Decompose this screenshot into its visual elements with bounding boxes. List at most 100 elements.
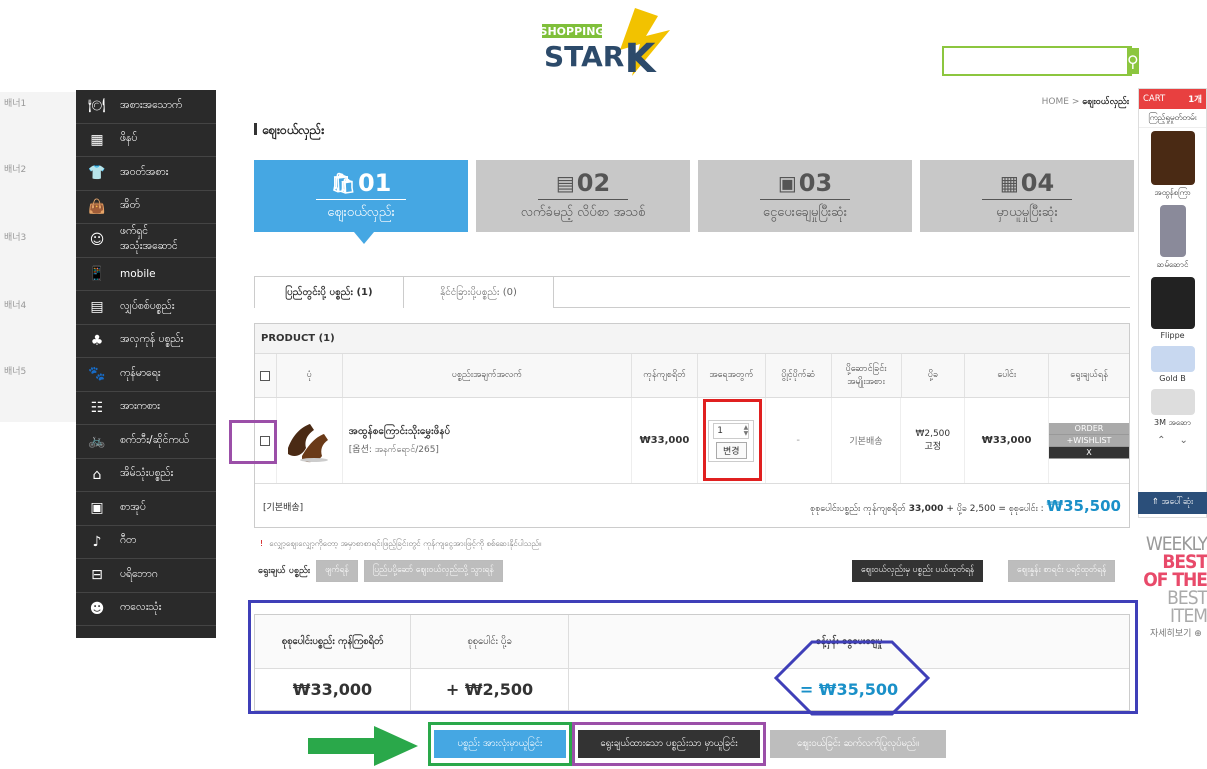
step-04: ▦ 04 မှာယူမှုပြီးဆုံး (920, 160, 1134, 232)
category-item[interactable]: ☷ အားကစား (76, 392, 216, 425)
category-item[interactable]: ☻ ကလေးသုံး (76, 593, 216, 626)
shoe-icon (288, 423, 329, 462)
move-overseas-button[interactable]: ပြည်ပပို့ဆော် ဈေးဝယ်လှည်းသို့ သွားရန် (363, 560, 503, 582)
selection-label: ရွေးချယ် ပစ္စည်း (258, 565, 311, 576)
category-label: အိမ်သုံးပစ္စည်း (120, 467, 174, 480)
document-icon: ▤ (555, 171, 575, 195)
category-item[interactable]: ▦ ဖိနပ် (76, 124, 216, 157)
more-link[interactable]: 자세히보기 ⊕ (1150, 626, 1202, 639)
cart-tabs: ပြည်တွင်းပို့ ပစ္စည်း (1) နိုင်ငံခြားပို… (254, 276, 1130, 308)
banner-label[interactable]: 배너2 (4, 162, 26, 175)
step-divider (982, 199, 1072, 200)
recent-item[interactable]: 3M အဆော (1139, 386, 1206, 432)
category-item[interactable]: 🚲 စက်ဘီး/ဆိုင်ကယ် (76, 425, 216, 459)
book-icon: ▣ (90, 500, 104, 517)
home-icon: ⌂ (92, 466, 102, 483)
banner-label[interactable]: 배너4 (4, 298, 26, 311)
shoe-icon (1150, 131, 1195, 185)
tab-overseas[interactable]: နိုင်ငံခြားပို့ပစ္စည်း (0) (404, 276, 554, 308)
scroll-top-button[interactable]: ⇑ အပေါ်ဆုံး (1138, 492, 1207, 514)
recent-item[interactable]: Gold B (1139, 343, 1206, 386)
category-label: စက်ဘီး/ဆိုင်ကယ် (120, 433, 189, 446)
bicycle-icon: 🚲 (88, 433, 106, 450)
category-label: ကလေးသုံး (120, 601, 162, 614)
clear-cart-button[interactable]: ဈေးဝယ်လှည်းမှ ပစ္စည်း ပယ်ထုတ်ရန် (852, 560, 984, 582)
shirt-icon: 👕 (88, 165, 106, 182)
cart-count: 1개 (1188, 95, 1202, 105)
row-total: ₩33,000 (965, 398, 1049, 483)
basket-icon: 🛍 (330, 171, 356, 195)
category-item[interactable]: ▤ လျှပ်စစ်ပစ္စည်း (76, 291, 216, 325)
annotation-purple-box-2 (572, 722, 766, 766)
continue-shopping-button[interactable]: ဈေးဝယ်ခြင်း ဆက်လက်ပြုလုပ်မည်။ (770, 730, 946, 758)
recent-nav: ⌃ ⌄ (1139, 432, 1206, 448)
category-item[interactable]: ☺ ဖက်ရှင် အသုံးအဆောင် (76, 224, 216, 258)
product-price: ₩33,000 (632, 398, 698, 483)
print-quote-button[interactable]: ဈေးနှုန်း စာရင်း ပရင့်ထုတ်ရန် (1008, 560, 1116, 582)
product-image[interactable] (277, 398, 343, 483)
category-label: ဖိနပ် (120, 132, 138, 145)
breadcrumb-home[interactable]: HOME (1042, 97, 1069, 107)
footer-fee-label: + ပို့ခ 2,500 = စုစုပေါင်း : (946, 503, 1044, 514)
category-item[interactable]: ♣ အလှကုန် ပစ္စည်း (76, 325, 216, 358)
step-divider (760, 199, 850, 200)
cart-table: PRODUCT (1) ပုံ ပစ္စည်းအချက်အလက် ကုန်ကျစ… (254, 323, 1130, 528)
down-arrow-icon[interactable]: ⌄ (1180, 435, 1188, 446)
category-item[interactable]: 👕 အဝတ်အစား (76, 157, 216, 191)
category-label: ဖက်ရှင် အသုံးအဆောင် (120, 225, 178, 253)
product-option: [옵션: အနက်ရောင်/265] (348, 445, 439, 455)
category-label: အားကစား (120, 400, 160, 413)
banner-label[interactable]: 배너5 (4, 364, 26, 377)
search-input[interactable] (944, 48, 1127, 74)
col-image: ပုံ (277, 354, 343, 397)
baby-icon: ☻ (89, 600, 105, 617)
notice-icon: ! (260, 539, 264, 548)
select-all-checkbox[interactable] (260, 370, 271, 381)
category-item[interactable]: ▣ စာအုပ် (76, 492, 216, 526)
category-item[interactable]: ♪ ဂီတ (76, 526, 216, 559)
step-label: ဈေးဝယ်လှည်း (327, 205, 395, 220)
category-menu: 🍽 အစားအသောက် ▦ ဖိနပ် 👕 အဝတ်အစား 👜 အိတ် ☺ ဖက်ရှင် … (76, 90, 216, 638)
site-logo[interactable]: SHOPPING STAR K (540, 8, 678, 82)
recent-item[interactable]: ဆမ်ဆောင် (1139, 202, 1206, 274)
category-label: အဝတ်အစား (120, 165, 169, 178)
annotation-hexagon (773, 640, 931, 716)
cart-widget[interactable]: CART 1개 (1139, 89, 1206, 109)
banner-label[interactable]: 배너3 (4, 230, 26, 243)
annotation-blue-box (248, 600, 1138, 714)
recent-item-name: ဆမ်ဆောင် (1156, 260, 1189, 269)
recent-item[interactable]: အထွန်စကြာ (1139, 128, 1206, 202)
gift-box-icon: ▦ (999, 171, 1019, 195)
mask-icon (1150, 389, 1195, 415)
footer-subtotal-label: စုစုပေါင်းပစ္စည်း ကုန်ကျစရိတ် (810, 503, 906, 514)
weekly-line-b: BEST OF THE (1143, 551, 1207, 591)
recent-item[interactable]: Flippe (1139, 274, 1206, 343)
category-item[interactable]: 📱 mobile (76, 258, 216, 291)
recent-title: ကြည့်ရှုမှုတ်တမ်း (1139, 109, 1206, 128)
page-title: ဈေးဝယ်လှည်း (254, 122, 324, 140)
notice: ! လျှော့စျေးလျှော့ကိုတော့ အမှာစာစာရင်းဖြည… (260, 538, 542, 550)
category-item[interactable]: 🐾 ကုန်မာရေး (76, 358, 216, 392)
step-01: 🛍 01 ဈေးဝယ်လှည်း (254, 160, 468, 232)
weekly-best-banner[interactable]: WEEKLY BEST OF THE BEST ITEM (1140, 535, 1207, 626)
tab-domestic[interactable]: ပြည်တွင်းပို့ ပစ္စည်း (1) (254, 276, 404, 308)
order-button[interactable]: ORDER (1049, 422, 1129, 435)
category-item[interactable]: ⌂ အိမ်သုံးပစ္စည်း (76, 459, 216, 492)
notice-text: လျှော့စျေးလျှော့ကိုတော့ အမှာစာစာရင်းဖြည့… (269, 539, 542, 548)
up-arrow-icon[interactable]: ⌃ (1157, 435, 1165, 446)
category-label: စာအုပ် (120, 500, 146, 513)
category-item[interactable]: ⊟ ပရိဘောဂ (76, 559, 216, 593)
category-item[interactable]: 🍽 အစားအသောက် (76, 90, 216, 124)
delete-row-button[interactable]: X (1049, 446, 1129, 459)
category-item[interactable]: 👜 အိတ် (76, 191, 216, 224)
col-price: ကုန်ကျစရိတ် (632, 354, 698, 397)
search-icon[interactable]: ⚲ (1127, 48, 1139, 74)
step-number: ▣ 03 (778, 169, 832, 197)
banner-label[interactable]: 배너1 (4, 96, 26, 109)
col-select: ရွေးချယ်ရန် (1070, 370, 1108, 380)
product-name[interactable]: အထွန်စကြောင်းသိုးမွှေးဖိနပ် (349, 424, 450, 439)
step-num-text: 04 (1020, 169, 1055, 197)
delete-selected-button[interactable]: ဖျက်ရန် (316, 560, 358, 582)
svg-text:STAR: STAR (544, 40, 624, 73)
wishlist-button[interactable]: +WISHLIST (1049, 434, 1129, 447)
